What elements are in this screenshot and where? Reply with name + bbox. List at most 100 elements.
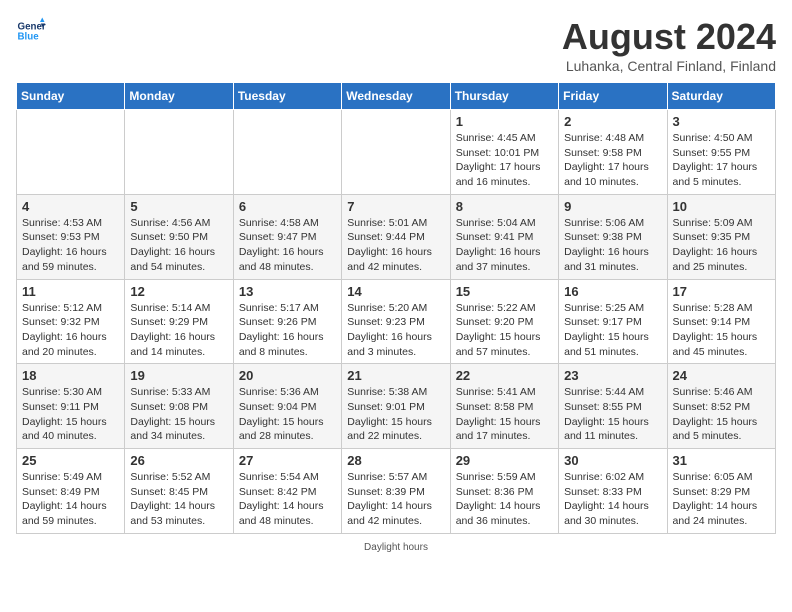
- day-info: Sunrise: 4:50 AM Sunset: 9:55 PM Dayligh…: [673, 131, 770, 190]
- calendar-cell: 13 Sunrise: 5:17 AM Sunset: 9:26 PM Dayli…: [233, 279, 341, 364]
- day-number: 3: [673, 114, 770, 129]
- calendar-cell: 2Sunrise: 4:48 AM Sunset: 9:58 PM Daylig…: [559, 110, 667, 195]
- day-info: Sunrise: 5:49 AM Sunset: 8:49 PM Dayligh…: [22, 470, 119, 529]
- calendar-cell: 22 Sunrise: 5:41 AM Sunset: 8:58 PM Dayli…: [450, 364, 558, 449]
- day-number: 10: [673, 199, 770, 214]
- calendar-cell: 18Sunrise: 5:30 AM Sunset: 9:11 PM Dayli…: [17, 364, 125, 449]
- day-info: Sunrise: 5:28 AM Sunset: 9:14 PM Dayligh…: [673, 301, 770, 360]
- calendar-cell: 29 Sunrise: 5:59 AM Sunset: 8:36 PM Dayli…: [450, 449, 558, 534]
- calendar-week-row: 1Sunrise: 4:45 AM Sunset: 10:01 PM Dayli…: [17, 110, 776, 195]
- daylight-label: Daylight hours: [364, 542, 428, 553]
- day-info: Sunrise: 5:09 AM Sunset: 9:35 PM Dayligh…: [673, 216, 770, 275]
- day-number: 25: [22, 453, 119, 468]
- day-number: 9: [564, 199, 661, 214]
- day-info: Sunrise: 5:46 AM Sunset: 8:52 PM Dayligh…: [673, 385, 770, 444]
- day-number: 22: [456, 368, 553, 383]
- day-number: 18: [22, 368, 119, 383]
- day-info: Sunrise: 4:58 AM Sunset: 9:47 PM Dayligh…: [239, 216, 336, 275]
- day-number: 8: [456, 199, 553, 214]
- day-number: 4: [22, 199, 119, 214]
- calendar-table: SundayMondayTuesdayWednesdayThursdayFrid…: [16, 82, 776, 534]
- day-info: Sunrise: 5:20 AM Sunset: 9:23 PM Dayligh…: [347, 301, 444, 360]
- day-number: 19: [130, 368, 227, 383]
- title-block: August 2024 Luhanka, Central Finland, Fi…: [562, 16, 776, 74]
- day-info: Sunrise: 5:17 AM Sunset: 9:26 PM Dayligh…: [239, 301, 336, 360]
- day-info: Sunrise: 5:25 AM Sunset: 9:17 PM Dayligh…: [564, 301, 661, 360]
- calendar-cell: 9 Sunrise: 5:06 AM Sunset: 9:38 PM Daylig…: [559, 194, 667, 279]
- page-header: General Blue August 2024 Luhanka, Centra…: [16, 16, 776, 74]
- day-header-monday: Monday: [125, 83, 233, 110]
- day-number: 12: [130, 284, 227, 299]
- calendar-week-row: 11 Sunrise: 5:12 AM Sunset: 9:32 PM Dayli…: [17, 279, 776, 364]
- day-header-saturday: Saturday: [667, 83, 775, 110]
- calendar-cell: 16 Sunrise: 5:25 AM Sunset: 9:17 PM Dayli…: [559, 279, 667, 364]
- calendar-cell: 15 Sunrise: 5:22 AM Sunset: 9:20 PM Dayli…: [450, 279, 558, 364]
- calendar-cell: 26Sunrise: 5:52 AM Sunset: 8:45 PM Dayli…: [125, 449, 233, 534]
- day-info: Sunrise: 5:41 AM Sunset: 8:58 PM Dayligh…: [456, 385, 553, 444]
- day-info: Sunrise: 4:56 AM Sunset: 9:50 PM Dayligh…: [130, 216, 227, 275]
- calendar-header-row: SundayMondayTuesdayWednesdayThursdayFrid…: [17, 83, 776, 110]
- calendar-cell: [125, 110, 233, 195]
- day-number: 7: [347, 199, 444, 214]
- day-number: 31: [673, 453, 770, 468]
- logo: General Blue: [16, 16, 46, 46]
- day-info: Sunrise: 5:33 AM Sunset: 9:08 PM Dayligh…: [130, 385, 227, 444]
- logo-icon: General Blue: [16, 16, 46, 46]
- day-info: Sunrise: 5:06 AM Sunset: 9:38 PM Dayligh…: [564, 216, 661, 275]
- day-info: Sunrise: 5:36 AM Sunset: 9:04 PM Dayligh…: [239, 385, 336, 444]
- day-number: 11: [22, 284, 119, 299]
- day-number: 15: [456, 284, 553, 299]
- day-number: 23: [564, 368, 661, 383]
- day-info: Sunrise: 4:45 AM Sunset: 10:01 PM Daylig…: [456, 131, 553, 190]
- day-info: Sunrise: 5:57 AM Sunset: 8:39 PM Dayligh…: [347, 470, 444, 529]
- day-info: Sunrise: 5:22 AM Sunset: 9:20 PM Dayligh…: [456, 301, 553, 360]
- day-info: Sunrise: 5:14 AM Sunset: 9:29 PM Dayligh…: [130, 301, 227, 360]
- calendar-cell: [233, 110, 341, 195]
- day-info: Sunrise: 5:12 AM Sunset: 9:32 PM Dayligh…: [22, 301, 119, 360]
- calendar-cell: [17, 110, 125, 195]
- day-number: 28: [347, 453, 444, 468]
- calendar-cell: 28 Sunrise: 5:57 AM Sunset: 8:39 PM Dayli…: [342, 449, 450, 534]
- calendar-cell: 30Sunrise: 6:02 AM Sunset: 8:33 PM Dayli…: [559, 449, 667, 534]
- calendar-cell: 4 Sunrise: 4:53 AM Sunset: 9:53 PM Daylig…: [17, 194, 125, 279]
- day-number: 13: [239, 284, 336, 299]
- calendar-cell: 10 Sunrise: 5:09 AM Sunset: 9:35 PM Dayli…: [667, 194, 775, 279]
- day-info: Sunrise: 4:48 AM Sunset: 9:58 PM Dayligh…: [564, 131, 661, 190]
- calendar-cell: 14 Sunrise: 5:20 AM Sunset: 9:23 PM Dayli…: [342, 279, 450, 364]
- day-number: 6: [239, 199, 336, 214]
- calendar-cell: 20 Sunrise: 5:36 AM Sunset: 9:04 PM Dayli…: [233, 364, 341, 449]
- calendar-cell: 19 Sunrise: 5:33 AM Sunset: 9:08 PM Dayli…: [125, 364, 233, 449]
- day-info: Sunrise: 5:01 AM Sunset: 9:44 PM Dayligh…: [347, 216, 444, 275]
- calendar-cell: 12 Sunrise: 5:14 AM Sunset: 9:29 PM Dayli…: [125, 279, 233, 364]
- calendar-cell: 24 Sunrise: 5:46 AM Sunset: 8:52 PM Dayli…: [667, 364, 775, 449]
- day-header-wednesday: Wednesday: [342, 83, 450, 110]
- calendar-cell: 3 Sunrise: 4:50 AM Sunset: 9:55 PM Daylig…: [667, 110, 775, 195]
- day-number: 29: [456, 453, 553, 468]
- day-header-thursday: Thursday: [450, 83, 558, 110]
- svg-text:Blue: Blue: [18, 31, 40, 42]
- calendar-week-row: 4 Sunrise: 4:53 AM Sunset: 9:53 PM Daylig…: [17, 194, 776, 279]
- calendar-week-row: 18Sunrise: 5:30 AM Sunset: 9:11 PM Dayli…: [17, 364, 776, 449]
- day-info: Sunrise: 4:53 AM Sunset: 9:53 PM Dayligh…: [22, 216, 119, 275]
- daylight-note: Daylight hours: [16, 542, 776, 553]
- day-number: 26: [130, 453, 227, 468]
- day-number: 14: [347, 284, 444, 299]
- day-info: Sunrise: 5:54 AM Sunset: 8:42 PM Dayligh…: [239, 470, 336, 529]
- day-info: Sunrise: 5:44 AM Sunset: 8:55 PM Dayligh…: [564, 385, 661, 444]
- calendar-cell: 11 Sunrise: 5:12 AM Sunset: 9:32 PM Dayli…: [17, 279, 125, 364]
- day-number: 20: [239, 368, 336, 383]
- calendar-cell: 25 Sunrise: 5:49 AM Sunset: 8:49 PM Dayli…: [17, 449, 125, 534]
- calendar-cell: 1Sunrise: 4:45 AM Sunset: 10:01 PM Dayli…: [450, 110, 558, 195]
- day-info: Sunrise: 6:05 AM Sunset: 8:29 PM Dayligh…: [673, 470, 770, 529]
- calendar-cell: 7 Sunrise: 5:01 AM Sunset: 9:44 PM Daylig…: [342, 194, 450, 279]
- day-number: 5: [130, 199, 227, 214]
- day-number: 24: [673, 368, 770, 383]
- day-info: Sunrise: 6:02 AM Sunset: 8:33 PM Dayligh…: [564, 470, 661, 529]
- day-header-tuesday: Tuesday: [233, 83, 341, 110]
- month-title: August 2024: [562, 16, 776, 58]
- calendar-cell: 6 Sunrise: 4:58 AM Sunset: 9:47 PM Daylig…: [233, 194, 341, 279]
- calendar-cell: [342, 110, 450, 195]
- calendar-cell: 8Sunrise: 5:04 AM Sunset: 9:41 PM Daylig…: [450, 194, 558, 279]
- day-number: 16: [564, 284, 661, 299]
- day-info: Sunrise: 5:59 AM Sunset: 8:36 PM Dayligh…: [456, 470, 553, 529]
